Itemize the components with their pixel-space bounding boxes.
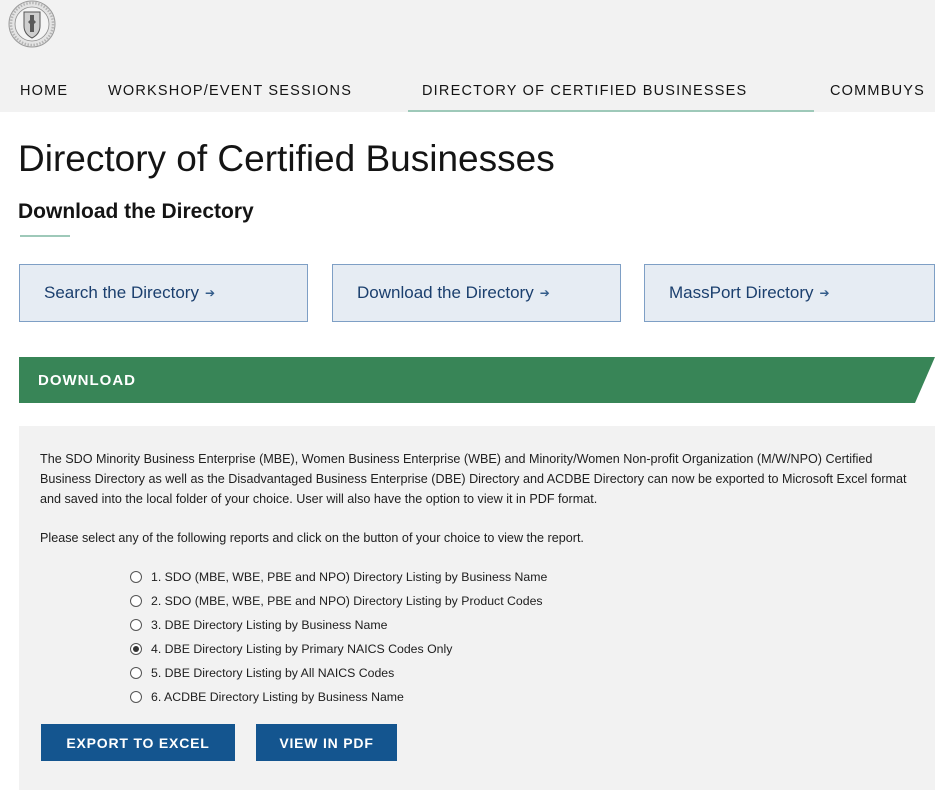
view-in-pdf-button[interactable]: VIEW IN PDF xyxy=(256,724,397,761)
report-option-label: 2. SDO (MBE, WBE, PBE and NPO) Directory… xyxy=(151,594,543,608)
download-directory-card[interactable]: Download the Directory ➔ xyxy=(332,264,621,322)
nav-active-indicator xyxy=(408,110,814,112)
report-option[interactable]: 4. DBE Directory Listing by Primary NAIC… xyxy=(130,639,452,659)
card-label: MassPort Directory xyxy=(669,283,814,302)
report-option-label: 4. DBE Directory Listing by Primary NAIC… xyxy=(151,642,453,656)
report-option[interactable]: 5. DBE Directory Listing by All NAICS Co… xyxy=(130,663,394,683)
nav-workshop-event-sessions[interactable]: WORKSHOP/EVENT SESSIONS xyxy=(108,80,352,104)
subtitle-underline xyxy=(20,235,70,237)
report-instruction: Please select any of the following repor… xyxy=(40,531,584,545)
report-option[interactable]: 2. SDO (MBE, WBE, PBE and NPO) Directory… xyxy=(130,591,543,611)
page-title: Directory of Certified Businesses xyxy=(18,138,555,179)
report-option-label: 1. SDO (MBE, WBE, PBE and NPO) Directory… xyxy=(151,570,548,584)
arrow-right-icon: ➔ xyxy=(204,286,216,300)
nav-home[interactable]: HOME xyxy=(20,80,68,104)
card-label: Download the Directory xyxy=(357,283,534,302)
report-option-label: 6. ACDBE Directory Listing by Business N… xyxy=(151,690,404,704)
radio-button[interactable] xyxy=(130,619,142,631)
report-option[interactable]: 1. SDO (MBE, WBE, PBE and NPO) Directory… xyxy=(130,567,547,587)
arrow-right-icon: ➔ xyxy=(819,286,830,300)
directory-description: The SDO Minority Business Enterprise (MB… xyxy=(40,452,907,506)
report-option[interactable]: 3. DBE Directory Listing by Business Nam… xyxy=(130,615,387,635)
download-section-header xyxy=(19,357,935,403)
report-option-label: 5. DBE Directory Listing by All NAICS Co… xyxy=(151,666,395,680)
report-option[interactable]: 6. ACDBE Directory Listing by Business N… xyxy=(130,687,404,707)
massport-directory-card[interactable]: MassPort Directory ➔ xyxy=(644,264,935,322)
radio-button[interactable] xyxy=(130,571,142,583)
radio-button-selected[interactable] xyxy=(130,643,142,655)
page-subtitle: Download the Directory xyxy=(18,200,254,223)
massachusetts-seal-logo[interactable] xyxy=(6,0,58,52)
search-directory-card[interactable]: Search the Directory ➔ xyxy=(19,264,308,322)
report-option-label: 3. DBE Directory Listing by Business Nam… xyxy=(151,618,388,632)
export-to-excel-button[interactable]: EXPORT TO EXCEL xyxy=(41,724,235,761)
download-section-label: DOWNLOAD xyxy=(38,372,136,389)
radio-button[interactable] xyxy=(130,667,142,679)
radio-button[interactable] xyxy=(130,691,142,703)
card-label: Search the Directory xyxy=(44,283,199,302)
nav-directory-of-certified-businesses[interactable]: DIRECTORY OF CERTIFIED BUSINESSES xyxy=(422,80,747,104)
radio-button[interactable] xyxy=(130,595,142,607)
nav-commbuys[interactable]: COMMBUYS xyxy=(830,80,925,104)
arrow-right-icon: ➔ xyxy=(539,286,550,300)
